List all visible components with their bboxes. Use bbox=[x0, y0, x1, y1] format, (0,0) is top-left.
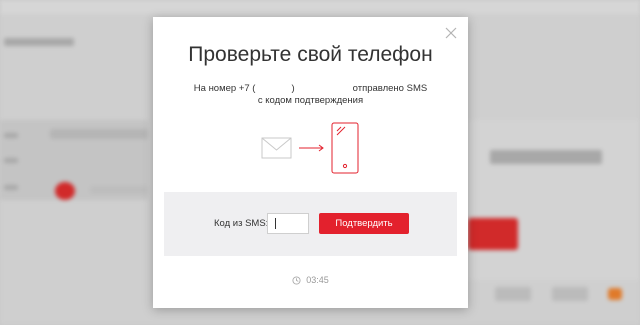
timer-value: 03:45 bbox=[306, 275, 329, 285]
background-topbar bbox=[0, 0, 640, 14]
resend-timer: 03:45 bbox=[153, 275, 468, 285]
background-logo bbox=[4, 38, 74, 46]
sms-code-input[interactable] bbox=[267, 213, 309, 234]
sms-illustration bbox=[261, 122, 359, 174]
background-red-button bbox=[468, 218, 518, 250]
close-icon bbox=[445, 27, 457, 39]
phone-icon bbox=[331, 122, 359, 174]
arrow-right-icon bbox=[299, 144, 324, 152]
confirm-button[interactable]: Подтвердить bbox=[319, 213, 409, 234]
modal-title: Проверьте свой телефон bbox=[188, 43, 433, 66]
envelope-icon bbox=[261, 137, 292, 159]
background-right-panel bbox=[468, 120, 640, 280]
text-caret bbox=[275, 218, 276, 229]
background-red-dot bbox=[55, 182, 75, 200]
sms-verification-modal: Проверьте свой телефон На номер +7 () отп… bbox=[153, 17, 468, 308]
modal-subtitle: На номер +7 () отправлено SMS с кодом под… bbox=[193, 83, 428, 106]
close-button[interactable] bbox=[444, 26, 458, 40]
code-label: Код из SMS: bbox=[214, 218, 269, 229]
code-entry-panel: Код из SMS: Подтвердить bbox=[164, 192, 457, 256]
background-heading-right bbox=[490, 150, 602, 164]
clock-icon bbox=[292, 276, 301, 285]
